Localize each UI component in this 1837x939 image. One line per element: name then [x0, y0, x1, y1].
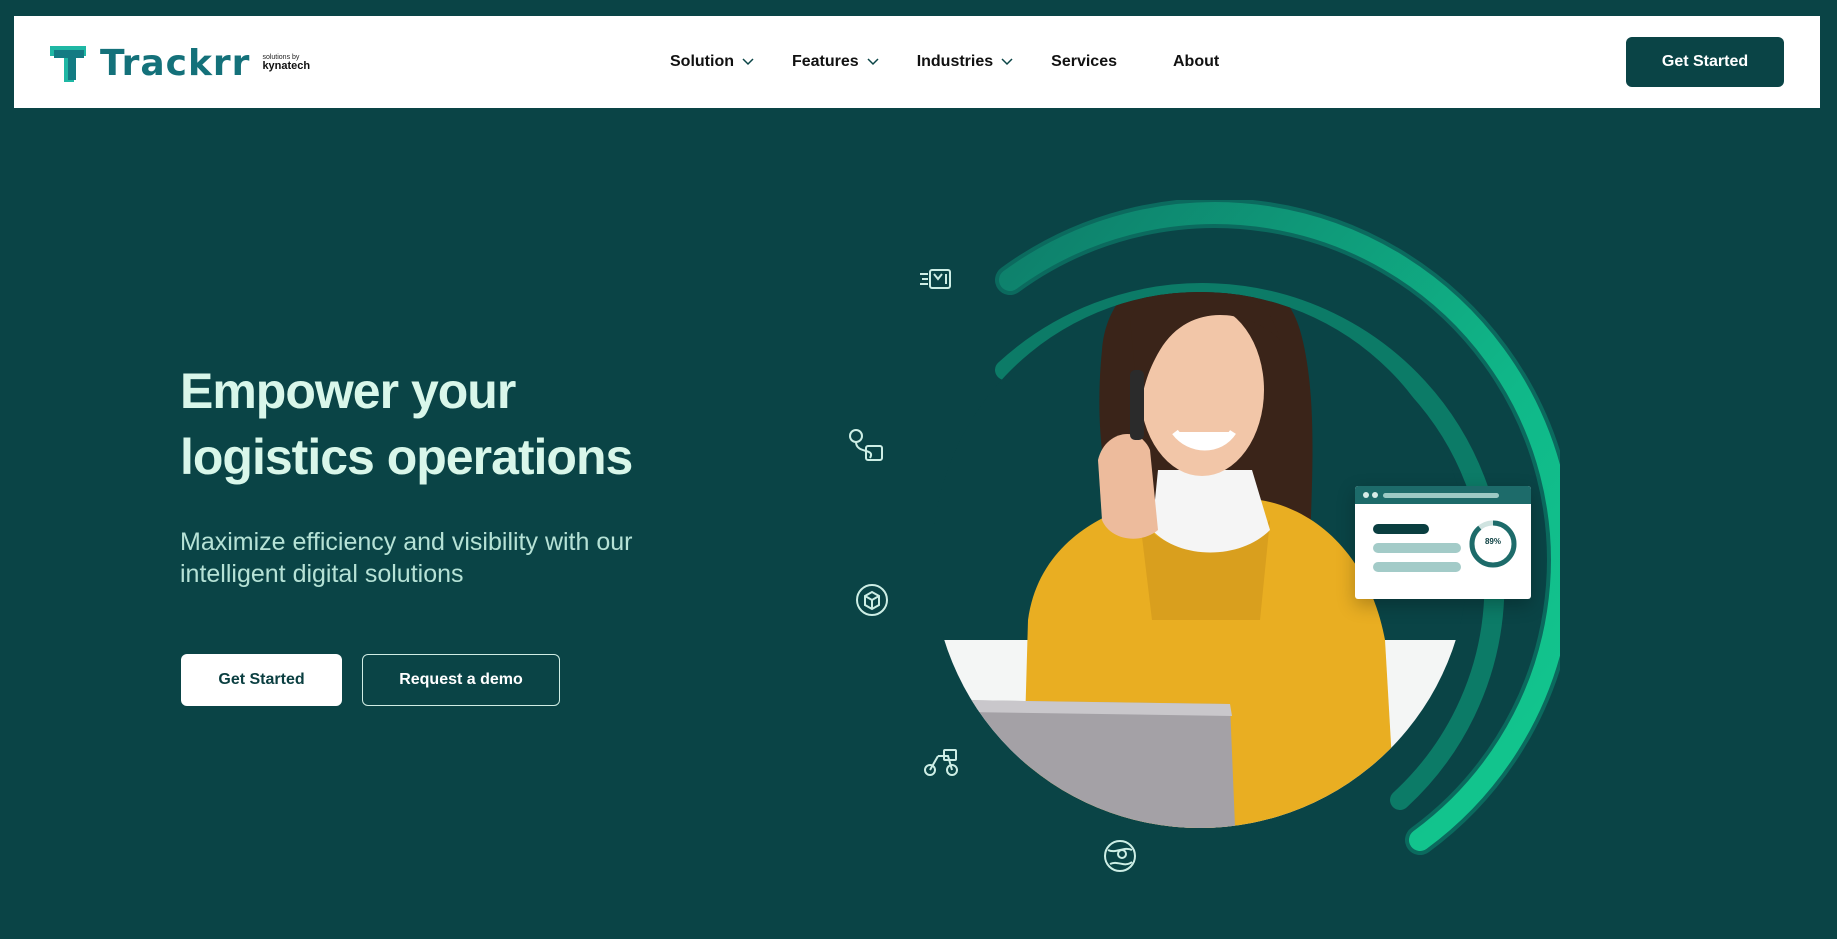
- window-dot: [1372, 492, 1378, 498]
- scooter-delivery-icon: [924, 749, 958, 776]
- window-dot: [1363, 492, 1369, 498]
- chevron-down-icon: [1001, 58, 1013, 66]
- dashboard-line: [1373, 543, 1461, 553]
- nav-item-industries[interactable]: Industries: [917, 53, 1013, 71]
- global-location-icon: [1104, 840, 1136, 872]
- hero-subtitle-line2: intelligent digital solutions: [180, 560, 464, 588]
- progress-percent: 89%: [1484, 537, 1501, 546]
- site-header: Trackrr solutions by kynatech Solution F…: [14, 16, 1820, 108]
- window-address-bar: [1383, 493, 1499, 498]
- hero-title: Empower your logistics operations: [180, 358, 740, 490]
- logo[interactable]: Trackrr solutions by kynatech: [48, 40, 310, 86]
- nav-item-about[interactable]: About: [1173, 53, 1219, 71]
- chevron-down-icon: [867, 58, 879, 66]
- hero-title-line2: logistics operations: [180, 429, 633, 485]
- nav-item-solution[interactable]: Solution: [670, 53, 754, 71]
- chevron-down-icon: [742, 58, 754, 66]
- request-demo-button[interactable]: Request a demo: [362, 654, 560, 706]
- main-nav: Solution Features Industries Services Ab…: [670, 16, 1257, 108]
- logo-text: Trackrr: [100, 42, 251, 84]
- parcel-fast-icon: [920, 269, 951, 289]
- hero-subtitle-line1: Maximize efficiency and visibility with …: [180, 528, 633, 556]
- nav-label-features: Features: [791, 53, 859, 70]
- nav-item-features[interactable]: Features: [792, 53, 879, 71]
- header-get-started-button[interactable]: Get Started: [1626, 37, 1784, 87]
- hero-get-started-button[interactable]: Get Started: [181, 654, 342, 706]
- hero-title-line1: Empower your: [180, 363, 516, 419]
- nav-label-industries: Industries: [916, 53, 994, 70]
- nav-label-about: About: [1173, 53, 1220, 70]
- nav-label-services: Services: [1051, 53, 1117, 70]
- nav-label-solution: Solution: [670, 53, 734, 70]
- dashboard-card-header: [1355, 486, 1531, 504]
- logo-byline: solutions by kynatech: [262, 54, 310, 72]
- nav-item-services[interactable]: Services: [1051, 53, 1117, 71]
- logo-mark-icon: [50, 46, 86, 82]
- dashboard-card: 89%: [1355, 486, 1531, 599]
- dashboard-line: [1373, 562, 1461, 572]
- hero-subtitle: Maximize efficiency and visibility with …: [180, 526, 720, 590]
- route-package-icon: [849, 429, 883, 461]
- logo-partner-text: kynatech: [262, 60, 311, 72]
- box-badge-icon: [856, 584, 888, 616]
- dashboard-line: [1373, 524, 1429, 534]
